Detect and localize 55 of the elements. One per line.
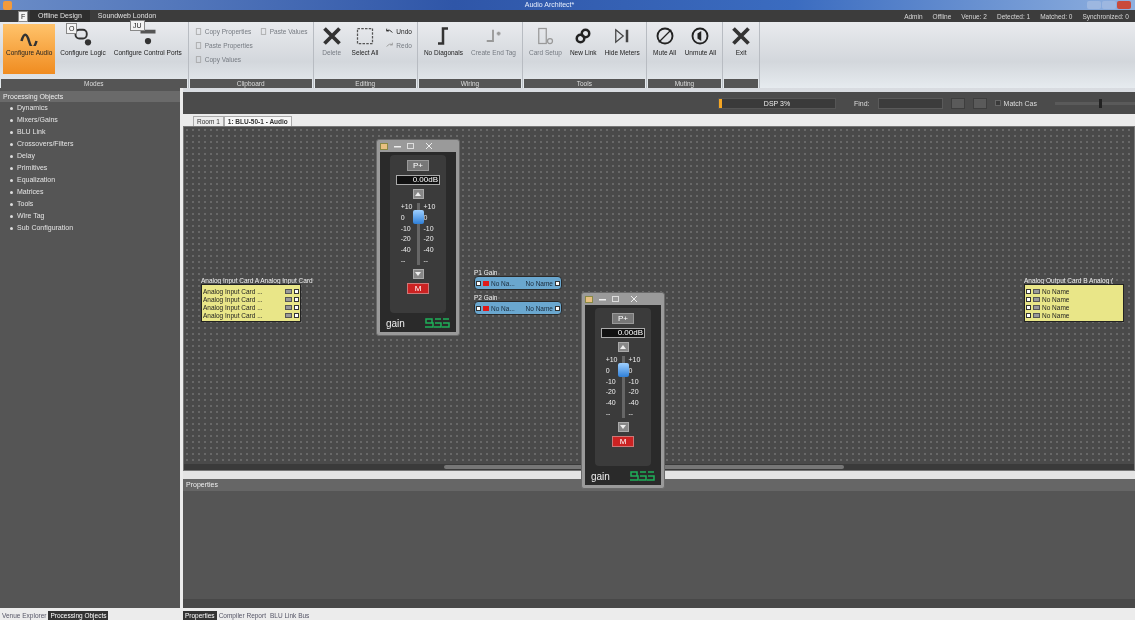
preset-button[interactable]: P+: [407, 160, 429, 171]
bullet-icon: [10, 142, 13, 146]
bullet-icon: [10, 214, 13, 218]
port-icon[interactable]: [476, 280, 481, 286]
paste-icon: [258, 27, 268, 36]
fader-thumb[interactable]: [412, 209, 424, 224]
speaker-icon: [690, 26, 711, 46]
group-label-bar: [724, 79, 759, 88]
block-name: gain: [386, 317, 405, 329]
bullet-icon: [10, 226, 13, 230]
bullet-icon: [10, 166, 13, 170]
cross-icon: [321, 26, 342, 46]
find-field[interactable]: [877, 97, 943, 109]
mute-button[interactable]: M: [612, 436, 634, 447]
gain-value-field[interactable]: 0.00dB: [601, 328, 645, 338]
bullet-icon: [10, 190, 13, 194]
bullet-icon: [10, 202, 13, 206]
step-down-button[interactable]: [412, 269, 424, 279]
bullet-icon: [10, 130, 13, 134]
up-arrow-icon: [620, 345, 626, 349]
down-arrow-icon: [620, 425, 626, 429]
step-up-button[interactable]: [412, 189, 424, 199]
bullet-icon: [10, 154, 13, 158]
window-icon: [585, 295, 593, 303]
fader-thumb[interactable]: [617, 362, 629, 377]
mute-button[interactable]: M: [407, 283, 429, 294]
step-down-button[interactable]: [617, 422, 629, 432]
zoom-slider-thumb[interactable]: [1099, 98, 1103, 108]
mute-icon: [654, 26, 675, 46]
port-icon[interactable]: [476, 305, 481, 311]
bullet-icon: [10, 106, 13, 110]
dashed-square-icon: [355, 26, 375, 46]
gain-value-field[interactable]: 0.00dB: [396, 175, 440, 185]
paste-icon: [193, 41, 203, 50]
copy-icon: [193, 27, 203, 36]
port-icon[interactable]: [555, 305, 560, 311]
logo-icon: [424, 317, 450, 329]
window-icon: [380, 142, 388, 150]
card-icon: [535, 26, 556, 46]
bullet-icon: [10, 178, 13, 182]
horizontal-scrollbar[interactable]: [184, 464, 1134, 470]
redo-icon: [385, 41, 395, 50]
step-up-button[interactable]: [617, 342, 629, 352]
logic-icon: [73, 26, 94, 46]
logo-icon: [629, 470, 655, 482]
design-canvas[interactable]: [183, 126, 1135, 471]
up-arrow-icon: [415, 192, 421, 196]
preset-button[interactable]: P+: [612, 313, 634, 324]
down-arrow-icon: [415, 272, 421, 276]
cross-icon: [731, 26, 752, 46]
copy-icon: [193, 55, 203, 64]
undo-icon: [385, 27, 395, 36]
port-icon[interactable]: [555, 280, 560, 286]
bullet-icon: [10, 118, 13, 122]
match-case-checkbox[interactable]: [994, 100, 1001, 106]
